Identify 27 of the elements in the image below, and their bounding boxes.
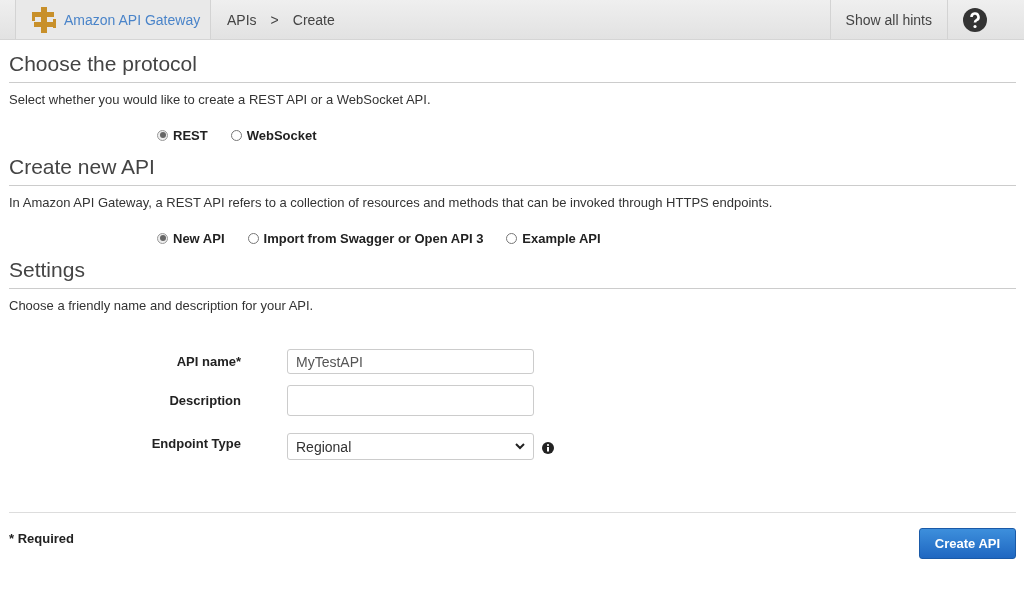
- endpoint-type-dropdown[interactable]: Regional: [287, 433, 534, 460]
- section-heading: Choose the protocol: [9, 40, 1016, 83]
- show-hints-link[interactable]: Show all hints: [829, 0, 948, 39]
- radio-option[interactable]: WebSocket: [230, 127, 317, 143]
- field-label: Description: [169, 393, 241, 408]
- required-note: * Required: [9, 531, 74, 546]
- help-icon[interactable]: [963, 7, 987, 32]
- section-description: In Amazon API Gateway, a REST API refers to a collection of resources and methods that can be invoked through HTTPS endpoints.: [9, 195, 774, 211]
- gateway-logo-icon: [32, 6, 56, 33]
- field-label: Endpoint Type: [151, 436, 241, 451]
- field-label: API name*: [176, 354, 241, 369]
- radio-option[interactable]: Import from Swagger or Open API 3: [247, 230, 484, 246]
- text-field[interactable]: MyTestAPI: [287, 349, 534, 374]
- breadcrumb-link[interactable]: APIs: [227, 11, 257, 28]
- text-field[interactable]: [287, 385, 534, 416]
- breadcrumb-link[interactable]: Create: [292, 11, 335, 28]
- radio-option[interactable]: REST: [157, 127, 208, 143]
- section-heading: Create new API: [9, 143, 1016, 186]
- section-description: Choose a friendly name and description for your API.: [9, 298, 315, 314]
- radio-option[interactable]: New API: [157, 230, 225, 246]
- section-heading: Settings: [9, 246, 1016, 289]
- chevron-down-icon: [515, 443, 525, 450]
- radio-option[interactable]: Example API: [506, 230, 601, 246]
- info-icon[interactable]: [542, 441, 554, 454]
- breadcrumb-separator: >: [270, 11, 279, 28]
- section-description: Select whether you would like to create a REST API or a WebSocket API.: [9, 92, 432, 108]
- create-api-button[interactable]: Create API: [919, 528, 1016, 559]
